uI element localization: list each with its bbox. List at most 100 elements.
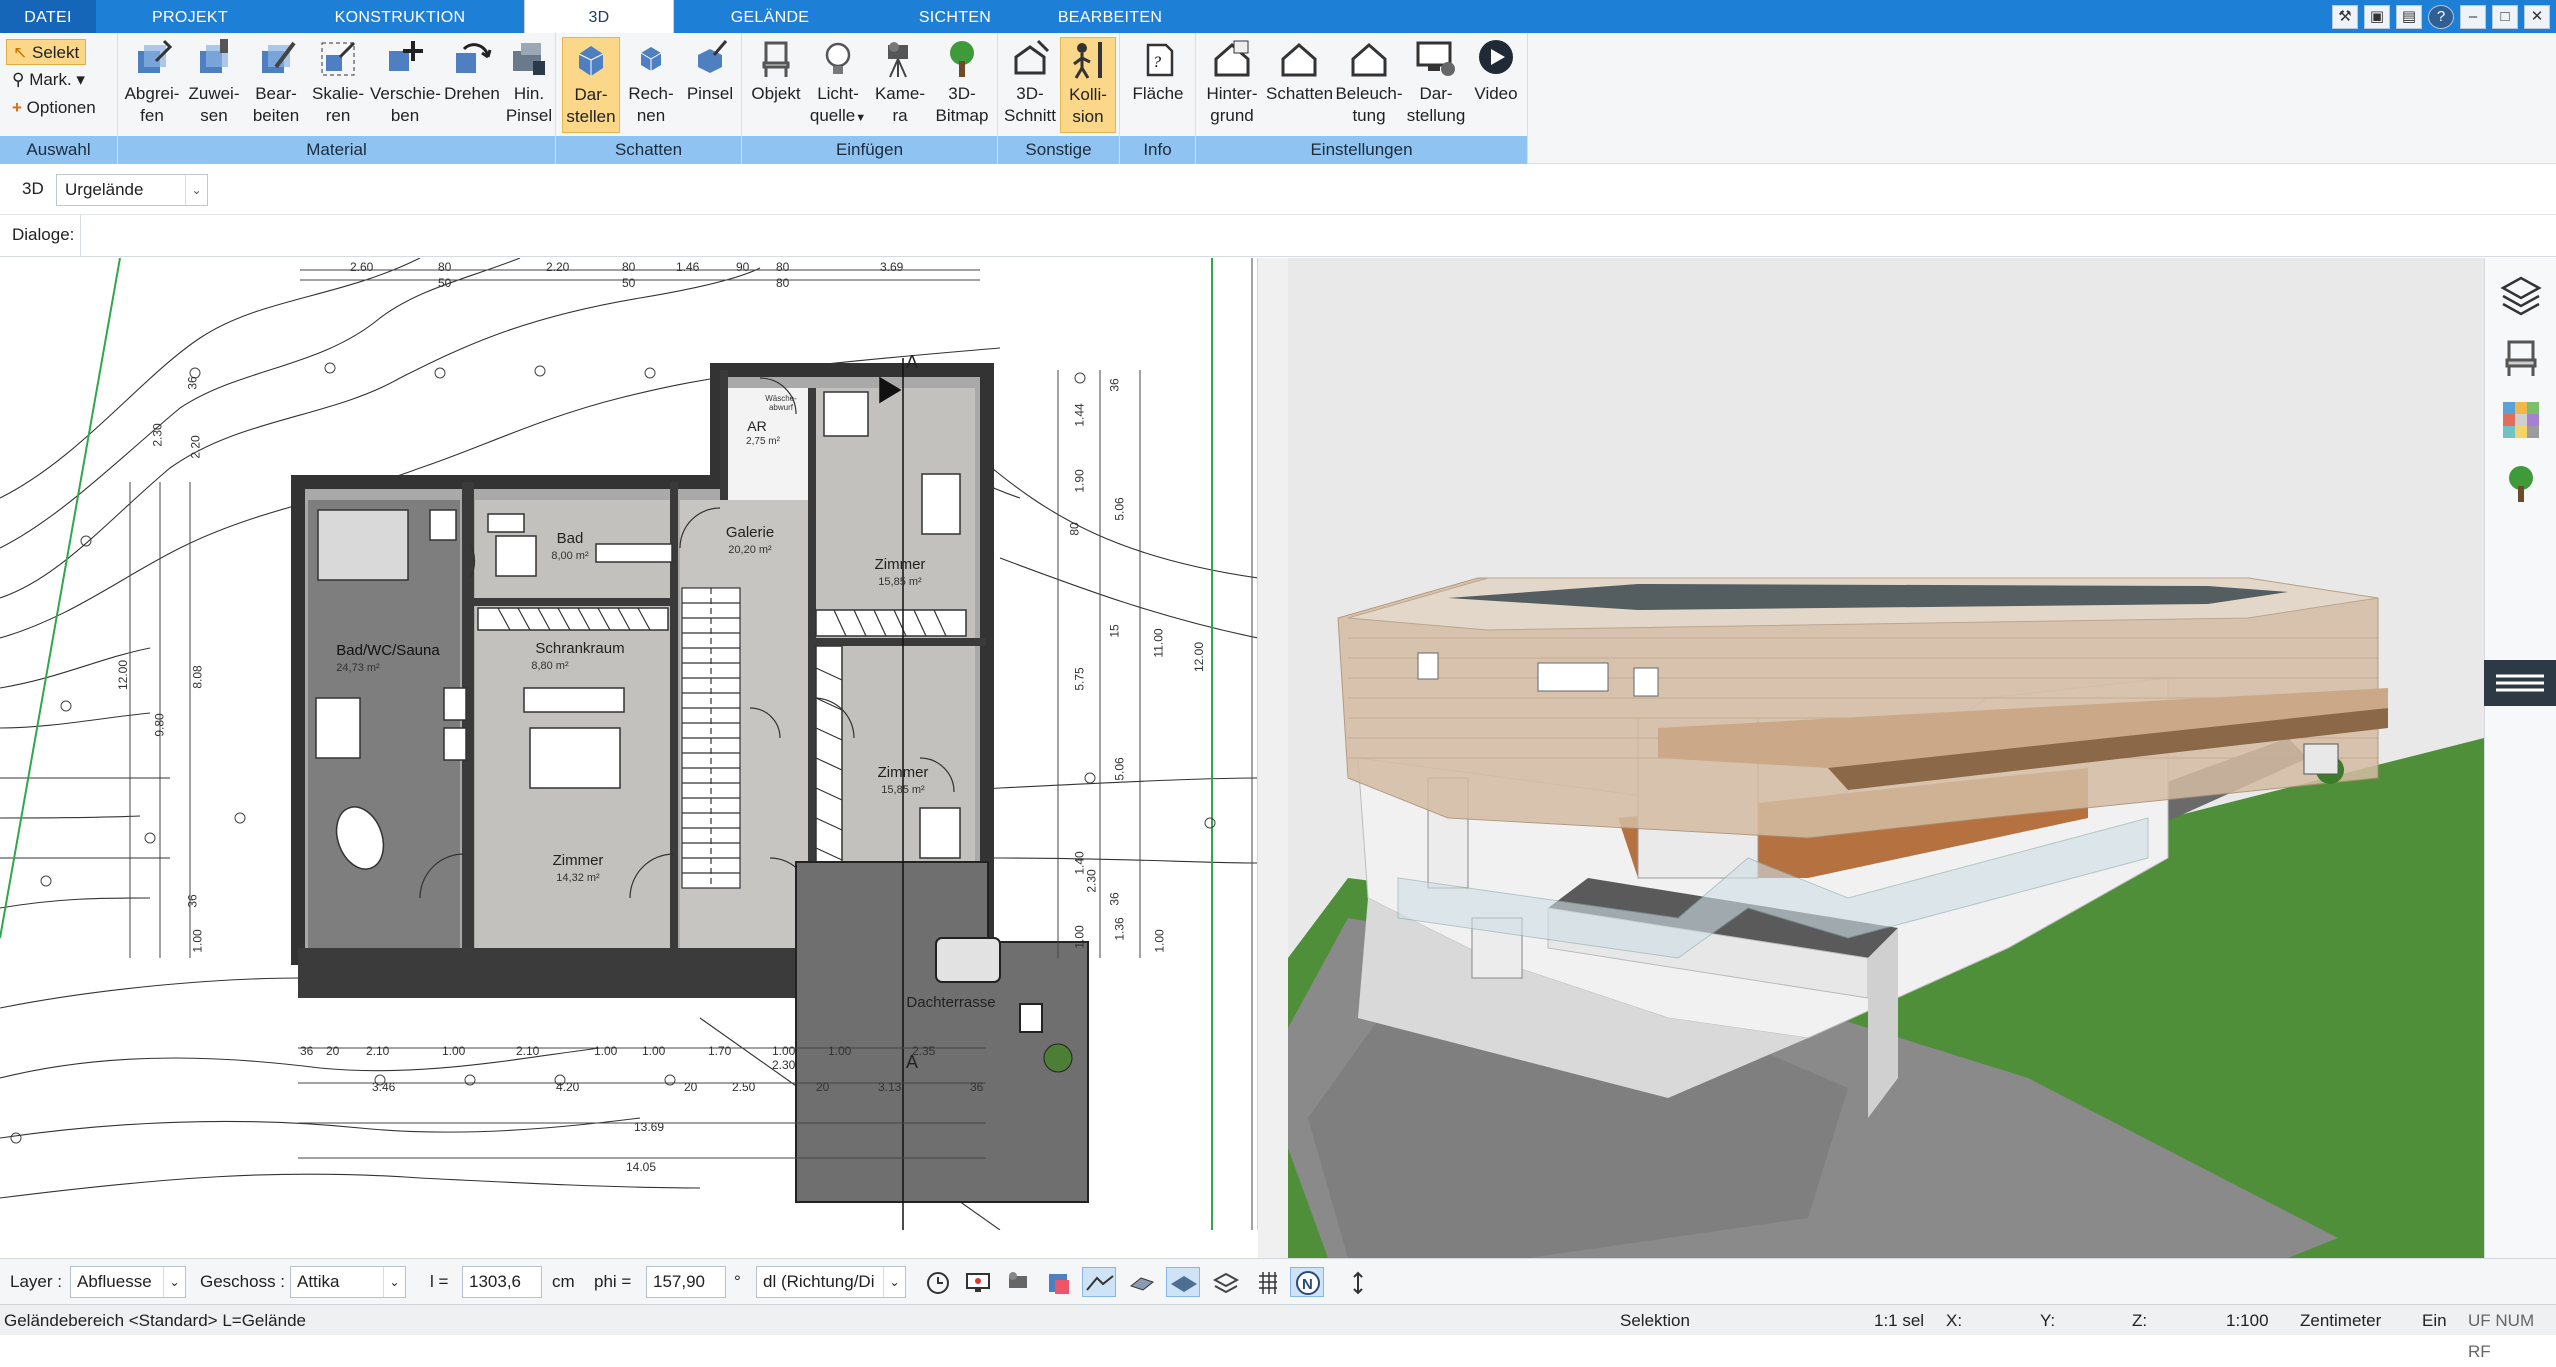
kollision-button[interactable]: Kolli- sion (1060, 37, 1116, 133)
help-icon[interactable]: ? (2428, 4, 2454, 29)
dim-right: 36 (1107, 892, 1122, 906)
drehen-label: Drehen (444, 84, 500, 103)
hintergrund-button[interactable]: Hinter- grund (1200, 37, 1264, 127)
room-ar-label: AR (747, 418, 767, 434)
section-marker-top: A (905, 352, 918, 372)
schatten-settings-button[interactable]: Schatten (1266, 37, 1334, 105)
floor-plan-view[interactable]: Bad 8,00 m² Galerie 20,20 m² Zimmer 15,8… (0, 258, 1258, 1230)
dim-top: 3.69 (880, 260, 904, 274)
layers-icon[interactable] (2499, 274, 2543, 318)
phi-input[interactable]: 157,90 (646, 1266, 726, 1298)
north-tool[interactable]: N (1290, 1267, 1324, 1297)
hin-pinsel-button[interactable]: Hin. Pinsel (504, 37, 554, 127)
ribbon-tab-bar: DATEI PROJEKT KONSTRUKTION 3D GELÄNDE SI… (0, 0, 2556, 34)
schnitt-3d-button[interactable]: 3D- Schnitt (1002, 37, 1058, 127)
restore-icon[interactable]: ▣ (2364, 4, 2390, 29)
plane-tool[interactable] (1166, 1267, 1200, 1297)
drehen-button[interactable]: Drehen (442, 37, 502, 105)
group-label-info: Info (1120, 136, 1195, 164)
dim-top-sub: 50 (622, 276, 636, 290)
dialog-bar: Dialoge: (0, 215, 2556, 257)
minimize-icon[interactable]: – (2460, 4, 2486, 29)
status-y: Y: (2040, 1311, 2056, 1330)
darstellen-label: Dar- stellen (566, 85, 616, 126)
dim-top: 2.60 (350, 260, 374, 274)
lichtquelle-button[interactable]: Licht- quelle▼ (808, 37, 868, 129)
mark-button[interactable]: ⚲ Mark. ▾ (6, 67, 91, 93)
group-label-einstellungen: Einstellungen (1196, 136, 1527, 164)
tab-datei[interactable]: DATEI (0, 0, 96, 33)
length-input[interactable]: 1303,6 (462, 1266, 542, 1298)
beleuchtung-button[interactable]: Beleuch- tung (1334, 37, 1404, 127)
kollision-label: Kolli- sion (1069, 85, 1107, 126)
camera-tool[interactable] (1000, 1267, 1034, 1297)
darstellung-button[interactable]: Dar- stellung (1406, 37, 1466, 127)
darstellen-button[interactable]: Dar- stellen (562, 37, 620, 133)
lightbulb-icon (825, 42, 851, 74)
close-icon[interactable]: ✕ (2524, 4, 2550, 29)
bitmap-3d-label: 3D- Bitmap (935, 84, 989, 125)
layers-tool[interactable] (1208, 1267, 1242, 1297)
bearbeiten-button[interactable]: Bear- beiten (246, 37, 306, 127)
pinsel-button[interactable]: Pinsel (682, 37, 738, 105)
dim-bottom-2: 4.20 (556, 1080, 580, 1094)
tab-3d[interactable]: 3D (524, 0, 674, 34)
tab-konstruktion[interactable]: KONSTRUKTION (300, 0, 500, 33)
dim-top: 80 (776, 260, 790, 274)
maximize-icon[interactable]: □ (2492, 4, 2518, 29)
rechnen-button[interactable]: Rech- nen (622, 37, 680, 127)
clock-tool[interactable] (920, 1267, 954, 1297)
dim-left: 36 (185, 894, 200, 908)
dim-left: 2.30 (150, 423, 165, 447)
optionen-button[interactable]: + Optionen (6, 95, 102, 121)
terrain-select[interactable]: Urgelände ⌄ (56, 174, 208, 206)
tab-projekt[interactable]: PROJEKT (120, 0, 260, 33)
grid-tool[interactable] (1250, 1267, 1284, 1297)
dl-select[interactable]: dl (Richtung/Di ⌄ (756, 1266, 906, 1298)
monitor-tool[interactable] (960, 1267, 994, 1297)
dim-bottom-total: 14.05 (626, 1160, 657, 1174)
pane-splitter[interactable] (1258, 258, 1288, 1258)
kamera-button[interactable]: Kame- ra (870, 37, 930, 127)
flaeche-button[interactable]: ? Fläche (1128, 37, 1188, 105)
sidebar-menu-button[interactable] (2484, 660, 2556, 706)
bitmap-3d-button[interactable]: 3D- Bitmap (932, 37, 992, 127)
upper-window (1633, 667, 1659, 697)
hatch-icon (1129, 1277, 1155, 1291)
status-sel: 1:1 sel (1874, 1311, 1925, 1330)
plants-icon[interactable] (2499, 462, 2543, 506)
schatten-settings-label: Schatten (1266, 84, 1334, 103)
tab-sichten[interactable]: SICHTEN (880, 0, 1030, 33)
tab-bearbeiten[interactable]: BEARBEITEN (1050, 0, 1170, 33)
materials-icon[interactable] (2499, 398, 2543, 442)
room-zimmer-1-label: Zimmer (874, 556, 926, 573)
abgreifen-button[interactable]: Abgrei- fen (122, 37, 182, 127)
skalieren-button[interactable]: Skalie- ren (308, 37, 368, 127)
layout-icon[interactable]: ▤ (2396, 4, 2422, 29)
bottom-toolbar: Layer : Abfluesse ⌄ Geschoss : Attika ⌄ … (0, 1258, 2556, 1304)
view-3d[interactable] (1288, 258, 2484, 1258)
geschoss-select[interactable]: Attika ⌄ (290, 1266, 406, 1298)
dim-right: 5.06 (1112, 757, 1127, 781)
furniture-icon[interactable] (2499, 336, 2543, 380)
dim-left: 9.80 (152, 713, 167, 737)
layer-select[interactable]: Abfluesse ⌄ (70, 1266, 186, 1298)
dim-bottom: 1.00 (828, 1044, 852, 1058)
view-3d-canvas[interactable] (1288, 258, 2484, 1258)
print-tool[interactable] (1040, 1267, 1074, 1297)
dim-right: 11.00 (1151, 628, 1166, 658)
height-tool[interactable] (1340, 1267, 1374, 1297)
tab-gelaende[interactable]: GELÄNDE (700, 0, 840, 33)
room-zimmer-2-label: Zimmer (877, 764, 929, 781)
video-button[interactable]: Video (1468, 37, 1524, 105)
floor-plan-canvas[interactable] (0, 258, 1258, 1230)
hatch-tool[interactable] (1124, 1267, 1158, 1297)
selekt-button[interactable]: ↖ Selekt (6, 39, 87, 65)
chevron-down-icon: ⌄ (383, 1267, 405, 1297)
camera-icon (1009, 1272, 1027, 1288)
terrain-tool[interactable] (1082, 1267, 1116, 1297)
objekt-button[interactable]: Objekt (746, 37, 806, 105)
verschieben-button[interactable]: Verschie- ben (370, 37, 441, 127)
tools-icon[interactable]: ⚒ (2332, 4, 2358, 29)
zuweisen-button[interactable]: Zuwei- sen (184, 37, 244, 127)
